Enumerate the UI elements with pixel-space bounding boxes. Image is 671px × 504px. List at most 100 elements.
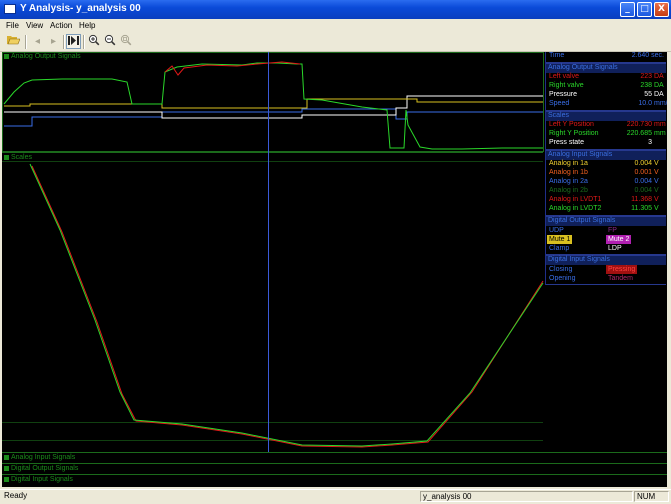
readout-value: 55 bbox=[644, 91, 652, 98]
zoom-fit-icon[interactable] bbox=[118, 34, 133, 49]
analog-output-readout: Speed 10.0mm/s bbox=[546, 100, 667, 109]
digital-output-row: Mute 1 Mute 2 bbox=[546, 235, 666, 244]
analog-input-readout: Analog in 2a 0.004 V bbox=[546, 178, 666, 187]
readout-value: 10.0 bbox=[638, 100, 652, 107]
menu-file[interactable]: File bbox=[6, 21, 19, 30]
digital-input-flag: Closing bbox=[549, 266, 573, 273]
analog-output-readout: Left valve 223 DA bbox=[546, 73, 666, 82]
minimize-button[interactable]: _ bbox=[620, 2, 635, 17]
readout-label: Left Y Position bbox=[549, 121, 594, 128]
digital-output-flag: UDP bbox=[549, 227, 564, 234]
info-header-digital-input: Digital Input Signals bbox=[546, 255, 666, 265]
info-header-analog-output: Analog Output Signals bbox=[546, 63, 666, 73]
digital-output-flag: Clamp bbox=[549, 245, 570, 252]
collapsed-panel-digital-input[interactable]: Digital Input Signals bbox=[2, 474, 667, 486]
readout-value: 0.004 bbox=[634, 187, 652, 194]
readout-label: Press state bbox=[549, 139, 585, 146]
toolbar-separator bbox=[25, 35, 27, 49]
digital-output-flag: FP bbox=[608, 227, 617, 234]
panel-label-text: Analog Input Signals bbox=[11, 454, 76, 461]
toolbar-separator bbox=[63, 35, 65, 49]
readout-unit: mm bbox=[654, 121, 666, 128]
readout-label: Analog in 2b bbox=[549, 187, 588, 194]
readout-value: 223 bbox=[640, 73, 652, 80]
analog-input-readout: Analog in 1a 0.004 V bbox=[546, 160, 666, 169]
readout-unit: DA bbox=[654, 73, 664, 80]
time-readout: Time 2.640 sec. bbox=[549, 52, 664, 59]
info-header-digital-output: Digital Output Signals bbox=[546, 216, 666, 226]
readout-unit: DA bbox=[654, 91, 664, 98]
panel-label-text: Digital Output Signals bbox=[11, 465, 79, 472]
readout-unit: DA bbox=[654, 82, 664, 89]
digital-input-flag: Pressing bbox=[606, 265, 638, 274]
readout-value: 238 bbox=[640, 82, 652, 89]
close-button[interactable]: X bbox=[654, 2, 669, 17]
scale-readout: Right Y Position 220.685 mm bbox=[546, 130, 666, 139]
digital-input-flag: Tandem bbox=[608, 275, 633, 282]
digital-output-row: Clamp LDP bbox=[546, 244, 666, 253]
digital-input-flag: Opening bbox=[549, 275, 576, 282]
menu-action[interactable]: Action bbox=[50, 21, 72, 30]
menu-bar: File View Action Help bbox=[0, 19, 671, 33]
back-icon[interactable]: ◂ bbox=[30, 34, 45, 49]
open-icon[interactable] bbox=[6, 34, 21, 49]
readout-unit: V bbox=[654, 205, 659, 212]
analog-input-readout: Analog in 1b 0.001 V bbox=[546, 169, 666, 178]
analog-input-readout: Analog in 2b 0.004 V bbox=[546, 187, 666, 196]
title-bar[interactable]: Y Analysis- y_analysis 00 _ □ X bbox=[0, 0, 671, 19]
app-icon bbox=[4, 4, 16, 14]
digital-output-flag: LDP bbox=[608, 245, 622, 252]
window-title: Y Analysis- y_analysis 00 bbox=[20, 3, 141, 14]
readout-unit: V bbox=[654, 196, 659, 203]
digital-input-row: Closing Pressing bbox=[546, 265, 666, 274]
readout-label: Right valve bbox=[549, 82, 584, 89]
scale-readout: Press state 3 bbox=[546, 139, 666, 148]
readout-label: Analog in LVDT2 bbox=[549, 205, 602, 212]
panel-label-scales[interactable]: Scales bbox=[4, 154, 32, 161]
play-to-end-icon[interactable] bbox=[66, 34, 81, 49]
left-y-position-trace bbox=[31, 165, 544, 448]
left-valve-trace bbox=[164, 61, 301, 76]
readout-value: 3 bbox=[648, 139, 652, 146]
plot-area[interactable]: Analog Output Signals Scales Analog Inpu… bbox=[2, 52, 667, 487]
info-header-analog-input: Analog Input Signals bbox=[546, 150, 666, 160]
readout-label: Analog in 2a bbox=[549, 178, 588, 185]
yellow-trace bbox=[4, 98, 543, 109]
signal-info-panel: Time 2.640 sec. Analog Output Signals Le… bbox=[545, 52, 667, 285]
readout-label: Pressure bbox=[549, 91, 578, 98]
info-header-scales: Scales bbox=[546, 111, 666, 121]
readout-unit: mm/s bbox=[654, 100, 667, 107]
analog-output-readout: Right valve 238 DA bbox=[546, 82, 666, 91]
analog-input-readout: Analog in LVDT1 11.368 V bbox=[546, 196, 666, 205]
digital-output-flag: Mute 1 bbox=[547, 235, 573, 244]
readout-label: Analog in 1b bbox=[549, 169, 588, 176]
zoom-in-icon[interactable] bbox=[86, 34, 101, 49]
readout-label: Right Y Position bbox=[549, 130, 599, 137]
readout-value: 11.305 bbox=[631, 205, 652, 212]
scale-readout: Left Y Position 220.730 mm bbox=[546, 121, 666, 130]
digital-input-row: Opening Tandem bbox=[546, 274, 666, 283]
toolbar-separator bbox=[83, 35, 85, 49]
panel-label-analog-output[interactable]: Analog Output Signals bbox=[4, 53, 81, 60]
menu-help[interactable]: Help bbox=[79, 21, 95, 30]
readout-value: 0.004 bbox=[634, 178, 652, 185]
panel-label-text: Digital Input Signals bbox=[11, 476, 73, 483]
toolbar: ◂ ▸ bbox=[0, 33, 671, 52]
zoom-out-icon[interactable] bbox=[102, 34, 117, 49]
right-y-position-trace bbox=[29, 163, 544, 447]
readout-label: Analog in LVDT1 bbox=[549, 196, 602, 203]
maximize-button[interactable]: □ bbox=[637, 2, 652, 17]
status-filename: y_analysis 00 bbox=[420, 491, 633, 502]
readout-label: Speed bbox=[549, 100, 570, 107]
forward-icon[interactable]: ▸ bbox=[46, 34, 61, 49]
application-window: Y Analysis- y_analysis 00 _ □ X File Vie… bbox=[0, 0, 671, 504]
readout-value: 11.368 bbox=[631, 196, 652, 203]
status-bar: Ready y_analysis 00 NUM bbox=[0, 489, 671, 504]
readout-value: 0.004 bbox=[634, 160, 652, 167]
status-num-lock: NUM bbox=[634, 491, 669, 502]
readout-unit: V bbox=[654, 169, 659, 176]
menu-view[interactable]: View bbox=[26, 21, 43, 30]
readout-unit: mm bbox=[654, 130, 666, 137]
panel-label-text: Scales bbox=[11, 154, 33, 161]
readout-unit: V bbox=[654, 160, 659, 167]
